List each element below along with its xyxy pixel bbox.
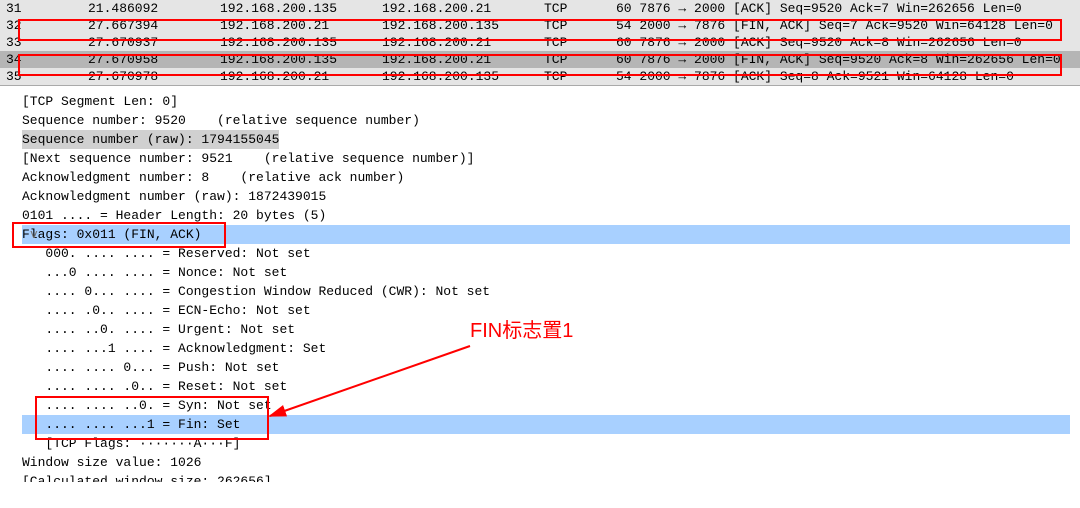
flag-ecn[interactable]: .... .0.. .... = ECN-Echo: Not set	[22, 301, 1070, 320]
flag-reserved[interactable]: 000. .... .... = Reserved: Not set	[22, 244, 1070, 263]
cell-no: 34	[0, 51, 82, 68]
cell-proto: TCP	[538, 34, 610, 51]
cell-src: 192.168.200.21	[214, 17, 376, 34]
cell-dst: 192.168.200.135	[376, 68, 538, 85]
cell-no: 31	[0, 0, 82, 17]
packet-row[interactable]: 3121.486092192.168.200.135192.168.200.21…	[0, 0, 1080, 17]
cell-proto: TCP	[538, 17, 610, 34]
cell-src: 192.168.200.135	[214, 0, 376, 17]
detail-flags[interactable]: Flags: 0x011 (FIN, ACK)	[22, 225, 1070, 244]
detail-winsize: Window size value: 1026	[22, 453, 1070, 472]
packet-list[interactable]: 3121.486092192.168.200.135192.168.200.21…	[0, 0, 1080, 86]
cell-no: 35	[0, 68, 82, 85]
detail-ackraw: Acknowledgment number (raw): 1872439015	[22, 187, 1070, 206]
cell-dst: 192.168.200.135	[376, 17, 538, 34]
expand-icon[interactable]: v	[30, 225, 38, 244]
cell-time: 21.486092	[82, 0, 214, 17]
flag-fin[interactable]: .... .... ...1 = Fin: Set	[22, 415, 1070, 434]
flag-cwr[interactable]: .... 0... .... = Congestion Window Reduc…	[22, 282, 1070, 301]
cell-info: 54 2000 → 7876 [FIN, ACK] Seq=7 Ack=9520…	[610, 17, 1080, 34]
cell-time: 27.670978	[82, 68, 214, 85]
cell-no: 33	[0, 34, 82, 51]
cell-proto: TCP	[538, 0, 610, 17]
cell-time: 27.670937	[82, 34, 214, 51]
packet-row[interactable]: 3427.670958192.168.200.135192.168.200.21…	[0, 51, 1080, 68]
cell-src: 192.168.200.135	[214, 51, 376, 68]
detail-hdrlen: 0101 .... = Header Length: 20 bytes (5)	[22, 206, 1070, 225]
packet-row[interactable]: 3527.670978192.168.200.21192.168.200.135…	[0, 68, 1080, 85]
cell-info: 60 7876 → 2000 [FIN, ACK] Seq=9520 Ack=8…	[610, 51, 1080, 68]
cell-info: 60 7876 → 2000 [ACK] Seq=9520 Ack=7 Win=…	[610, 0, 1080, 17]
annotation-text: FIN标志置1	[470, 322, 573, 341]
detail-seqrel: Sequence number: 9520 (relative sequence…	[22, 111, 1070, 130]
cell-info: 54 2000 → 7876 [ACK] Seq=8 Ack=9521 Win=…	[610, 68, 1080, 85]
detail-seglen: [TCP Segment Len: 0]	[22, 92, 1070, 111]
detail-nextseq: [Next sequence number: 9521 (relative se…	[22, 149, 1070, 168]
detail-calcwin: [Calculated window size: 262656]	[22, 472, 1070, 482]
cell-proto: TCP	[538, 51, 610, 68]
detail-seqraw[interactable]: Sequence number (raw): 1794155045	[22, 130, 279, 149]
cell-dst: 192.168.200.21	[376, 34, 538, 51]
cell-src: 192.168.200.135	[214, 34, 376, 51]
cell-time: 27.670958	[82, 51, 214, 68]
packet-detail[interactable]: [TCP Segment Len: 0] Sequence number: 95…	[0, 86, 1080, 482]
flag-reset[interactable]: .... .... .0.. = Reset: Not set	[22, 377, 1070, 396]
cell-time: 27.667394	[82, 17, 214, 34]
detail-acknum: Acknowledgment number: 8 (relative ack n…	[22, 168, 1070, 187]
flag-nonce[interactable]: ...0 .... .... = Nonce: Not set	[22, 263, 1070, 282]
cell-dst: 192.168.200.21	[376, 51, 538, 68]
detail-tcpflags: [TCP Flags: ·······A···F]	[22, 434, 1070, 453]
cell-no: 32	[0, 17, 82, 34]
packet-row[interactable]: 3227.667394192.168.200.21192.168.200.135…	[0, 17, 1080, 34]
cell-info: 60 7876 → 2000 [ACK] Seq=9520 Ack=8 Win=…	[610, 34, 1080, 51]
cell-dst: 192.168.200.21	[376, 0, 538, 17]
cell-proto: TCP	[538, 68, 610, 85]
cell-src: 192.168.200.21	[214, 68, 376, 85]
flag-syn[interactable]: .... .... ..0. = Syn: Not set	[22, 396, 1070, 415]
flag-push[interactable]: .... .... 0... = Push: Not set	[22, 358, 1070, 377]
packet-row[interactable]: 3327.670937192.168.200.135192.168.200.21…	[0, 34, 1080, 51]
